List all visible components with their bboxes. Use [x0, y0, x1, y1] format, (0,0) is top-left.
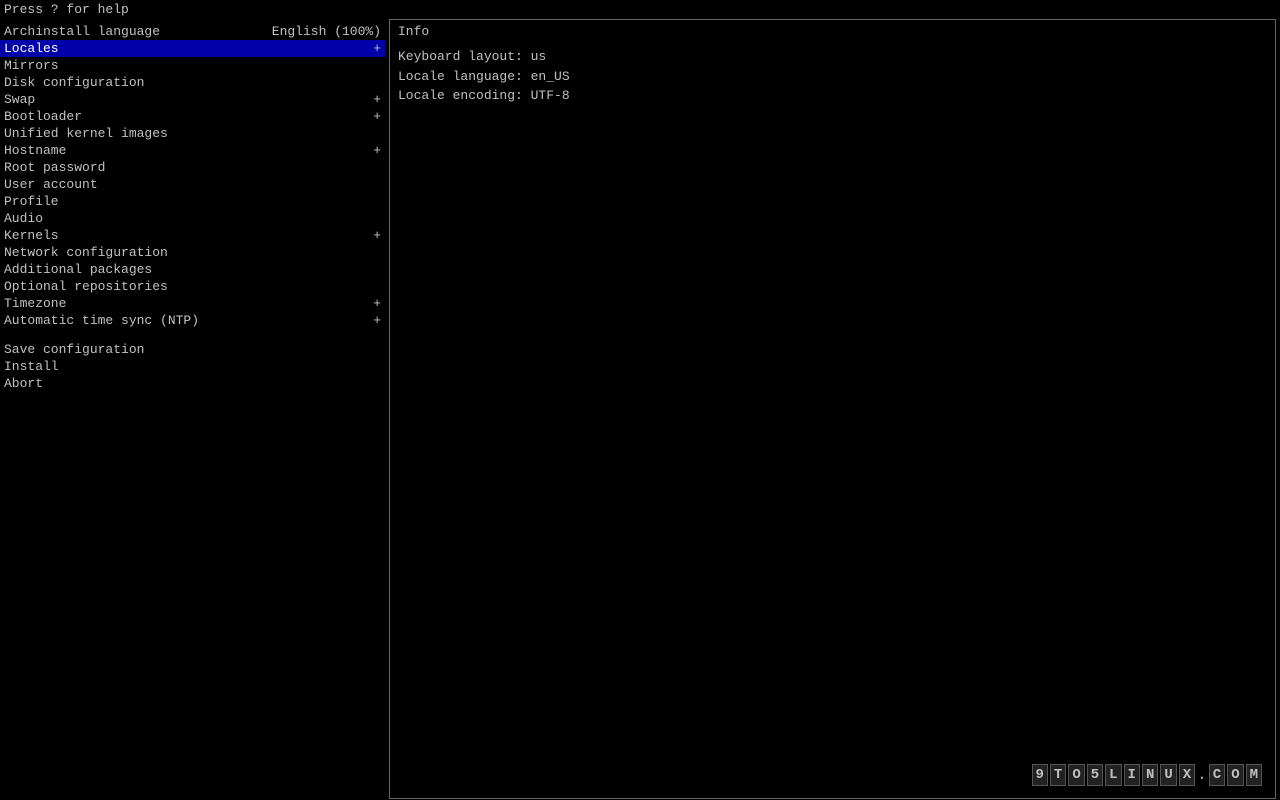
menu-item-automatic-time-sync[interactable]: Automatic time sync (NTP)+: [0, 312, 385, 329]
header-bar: Press ? for help: [0, 0, 1280, 19]
menu-item-label: Unified kernel images: [4, 126, 373, 141]
menu-item-label: Bootloader: [4, 109, 365, 124]
action-item-label: Install: [4, 359, 381, 374]
menu-item-bootloader[interactable]: Bootloader+: [0, 108, 385, 125]
menu-item-label: Additional packages: [4, 262, 373, 277]
menu-item-disk-configuration[interactable]: Disk configuration: [0, 74, 385, 91]
action-item-install[interactable]: Install: [0, 358, 385, 375]
menu-item-indicator: [373, 177, 381, 192]
menu-item-optional-repositories[interactable]: Optional repositories: [0, 278, 385, 295]
watermark-char: M: [1246, 764, 1262, 786]
menu-item-label: Automatic time sync (NTP): [4, 313, 365, 328]
watermark-char: N: [1142, 764, 1158, 786]
watermark-char: U: [1160, 764, 1176, 786]
menu-item-indicator: [373, 279, 381, 294]
menu-item-indicator: [373, 126, 381, 141]
menu-item-indicator: [373, 75, 381, 90]
menu-item-label: Hostname: [4, 143, 365, 158]
action-item-abort[interactable]: Abort: [0, 375, 385, 392]
watermark-char: L: [1105, 764, 1121, 786]
menu-item-archinstall-language[interactable]: Archinstall languageEnglish (100%): [0, 23, 385, 40]
menu-item-indicator: [373, 262, 381, 277]
watermark-char: X: [1179, 764, 1195, 786]
info-line: Locale language: en_US: [398, 67, 1267, 87]
menu-item-swap[interactable]: Swap+: [0, 91, 385, 108]
menu-item-locales[interactable]: Locales+: [0, 40, 385, 57]
watermark-char: .: [1197, 766, 1207, 784]
menu-item-label: Optional repositories: [4, 279, 373, 294]
watermark-char: O: [1068, 764, 1084, 786]
menu-item-mirrors[interactable]: Mirrors: [0, 57, 385, 74]
menu-item-label: Audio: [4, 211, 373, 226]
info-title: Info: [398, 24, 1267, 39]
menu-item-network-configuration[interactable]: Network configuration: [0, 244, 385, 261]
menu-item-unified-kernel-images[interactable]: Unified kernel images: [0, 125, 385, 142]
menu-item-label: Kernels: [4, 228, 365, 243]
menu-item-indicator: +: [365, 313, 381, 328]
menu-item-timezone[interactable]: Timezone+: [0, 295, 385, 312]
right-panel: Info Keyboard layout: usLocale language:…: [389, 19, 1276, 799]
watermark-char: T: [1050, 764, 1066, 786]
menu-item-indicator: [373, 194, 381, 209]
menu-item-user-account[interactable]: User account: [0, 176, 385, 193]
left-panel: Archinstall languageEnglish (100%)Locale…: [0, 19, 385, 799]
menu-item-indicator: [373, 245, 381, 260]
menu-item-label: Profile: [4, 194, 373, 209]
watermark-char: I: [1124, 764, 1140, 786]
menu-separator: [0, 329, 385, 341]
menu-item-label: Timezone: [4, 296, 365, 311]
menu-item-kernels[interactable]: Kernels+: [0, 227, 385, 244]
menu-item-indicator: +: [365, 41, 381, 56]
info-line: Keyboard layout: us: [398, 47, 1267, 67]
action-item-label: Save configuration: [4, 342, 381, 357]
menu-item-root-password[interactable]: Root password: [0, 159, 385, 176]
menu-item-label: User account: [4, 177, 373, 192]
menu-item-additional-packages[interactable]: Additional packages: [0, 261, 385, 278]
menu-item-indicator: [373, 160, 381, 175]
main-container: Archinstall languageEnglish (100%)Locale…: [0, 19, 1280, 799]
watermark-char: 5: [1087, 764, 1103, 786]
menu-item-profile[interactable]: Profile: [0, 193, 385, 210]
action-item-save-configuration[interactable]: Save configuration: [0, 341, 385, 358]
menu-item-label: Mirrors: [4, 58, 373, 73]
menu-item-indicator: +: [365, 228, 381, 243]
menu-item-label: Swap: [4, 92, 365, 107]
watermark-char: C: [1209, 764, 1225, 786]
watermark-char: O: [1227, 764, 1243, 786]
menu-item-label: Archinstall language: [4, 24, 264, 39]
menu-item-label: Network configuration: [4, 245, 373, 260]
menu-item-indicator: +: [365, 143, 381, 158]
menu-item-indicator: +: [365, 109, 381, 124]
menu-item-audio[interactable]: Audio: [0, 210, 385, 227]
info-line: Locale encoding: UTF-8: [398, 86, 1267, 106]
menu-item-indicator: +: [365, 296, 381, 311]
menu-item-hostname[interactable]: Hostname+: [0, 142, 385, 159]
action-item-label: Abort: [4, 376, 381, 391]
help-text: Press ? for help: [4, 2, 129, 17]
menu-item-label: Locales: [4, 41, 365, 56]
menu-item-indicator: English (100%): [264, 24, 381, 39]
menu-item-indicator: +: [365, 92, 381, 107]
menu-item-label: Disk configuration: [4, 75, 373, 90]
watermark: 9TO5LINUX.COM: [1031, 764, 1263, 786]
watermark-char: 9: [1032, 764, 1048, 786]
menu-item-label: Root password: [4, 160, 373, 175]
menu-item-indicator: [373, 211, 381, 226]
menu-item-indicator: [373, 58, 381, 73]
watermark-text: 9TO5LINUX.COM: [1031, 764, 1263, 786]
